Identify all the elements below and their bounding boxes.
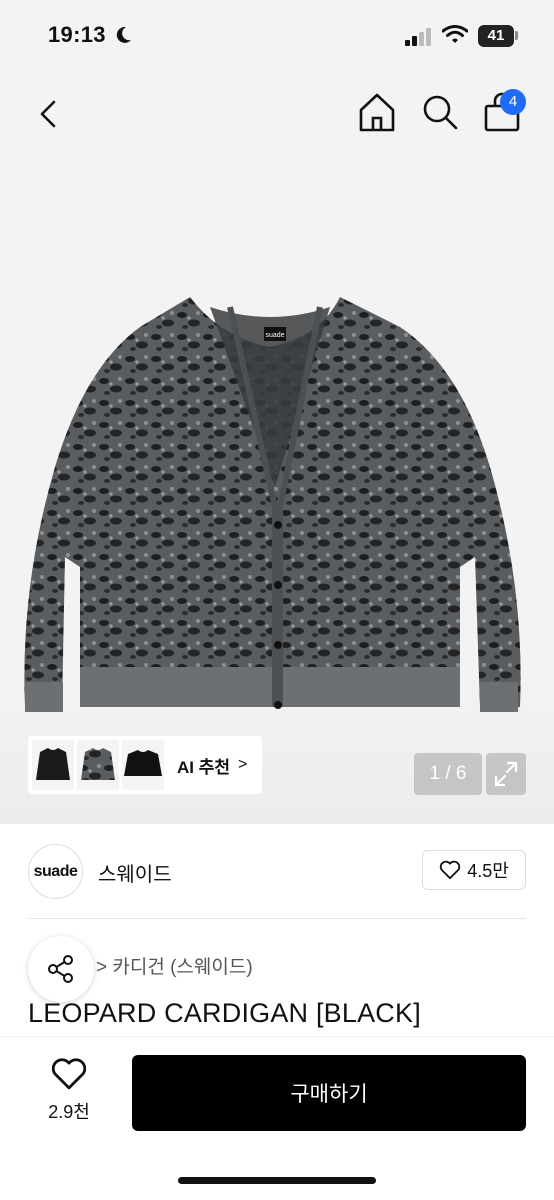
wishlist-button[interactable]: 2.9천 <box>40 1057 98 1127</box>
brand-logo[interactable]: suade <box>28 844 83 899</box>
search-button[interactable] <box>418 90 462 134</box>
battery-indicator: 41 <box>478 25 514 47</box>
brand-like-button[interactable]: 4.5만 <box>422 850 526 890</box>
recommend-thumb-3[interactable] <box>122 740 164 790</box>
brand-like-count: 4.5만 <box>467 861 509 881</box>
recommend-thumb-1[interactable] <box>32 740 74 790</box>
breadcrumb[interactable]: > 카디건 (스웨이드) <box>96 952 253 979</box>
product-image[interactable]: suade <box>20 287 540 757</box>
product-title: LEOPARD CARDIGAN [BLACK] <box>28 998 421 1028</box>
back-icon <box>40 100 56 128</box>
signal-icon <box>405 28 431 46</box>
expand-button[interactable] <box>486 753 526 795</box>
home-button[interactable] <box>355 90 399 134</box>
back-button[interactable] <box>30 92 70 136</box>
share-button[interactable] <box>28 936 94 1002</box>
moon-icon <box>116 26 131 43</box>
brand-name[interactable]: 스웨이드 <box>98 858 172 887</box>
image-counter: 1 / 6 <box>414 753 482 795</box>
status-bar: 19:13 41 <box>0 0 554 72</box>
recommend-thumb-2[interactable] <box>77 740 119 790</box>
heart-icon <box>51 1058 87 1090</box>
buy-button[interactable]: 구매하기 <box>132 1055 526 1131</box>
expand-icon <box>494 761 518 787</box>
garment-label: suade <box>265 332 284 339</box>
divider <box>28 918 526 919</box>
wishlist-count: 2.9천 <box>48 1102 90 1122</box>
wifi-icon <box>442 25 468 43</box>
heart-icon <box>440 860 461 880</box>
bottom-action-bar: 2.9천 구매하기 <box>0 1036 554 1200</box>
share-icon <box>48 955 73 983</box>
cart-count-badge: 4 <box>500 89 526 115</box>
battery-tip <box>515 31 518 40</box>
home-icon <box>359 93 395 132</box>
search-icon <box>423 95 458 130</box>
home-indicator <box>178 1177 376 1184</box>
ai-recommend-label: AI 추천 <box>177 757 231 777</box>
status-time: 19:13 <box>48 22 106 47</box>
ai-recommendation-button[interactable]: AI 추천 > <box>28 736 262 794</box>
product-gallery[interactable]: 4 suade AI 추천 > 1 / 6 <box>0 72 554 824</box>
chevron-right-icon: > <box>238 756 248 773</box>
brand-row[interactable]: suade 스웨이드 4.5만 <box>28 840 526 902</box>
